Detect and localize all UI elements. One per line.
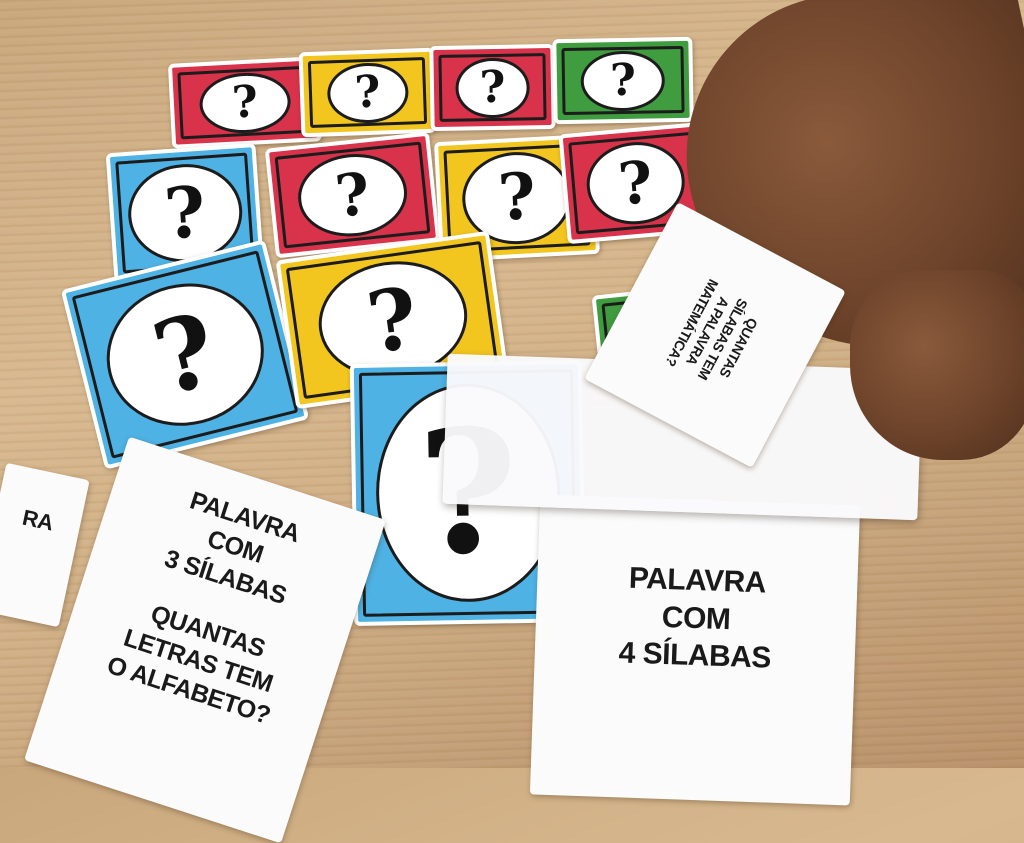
question-card-red-3[interactable]: ?: [264, 131, 441, 259]
question-card-green-1[interactable]: ?: [552, 36, 694, 125]
hand-finger: [850, 270, 1024, 460]
question-card-yellow-1[interactable]: ?: [298, 47, 437, 138]
question-card-red-2[interactable]: ?: [429, 43, 556, 132]
text-card-4-silabas[interactable]: PALAVRA COM 4 SÍLABAS: [529, 494, 861, 806]
